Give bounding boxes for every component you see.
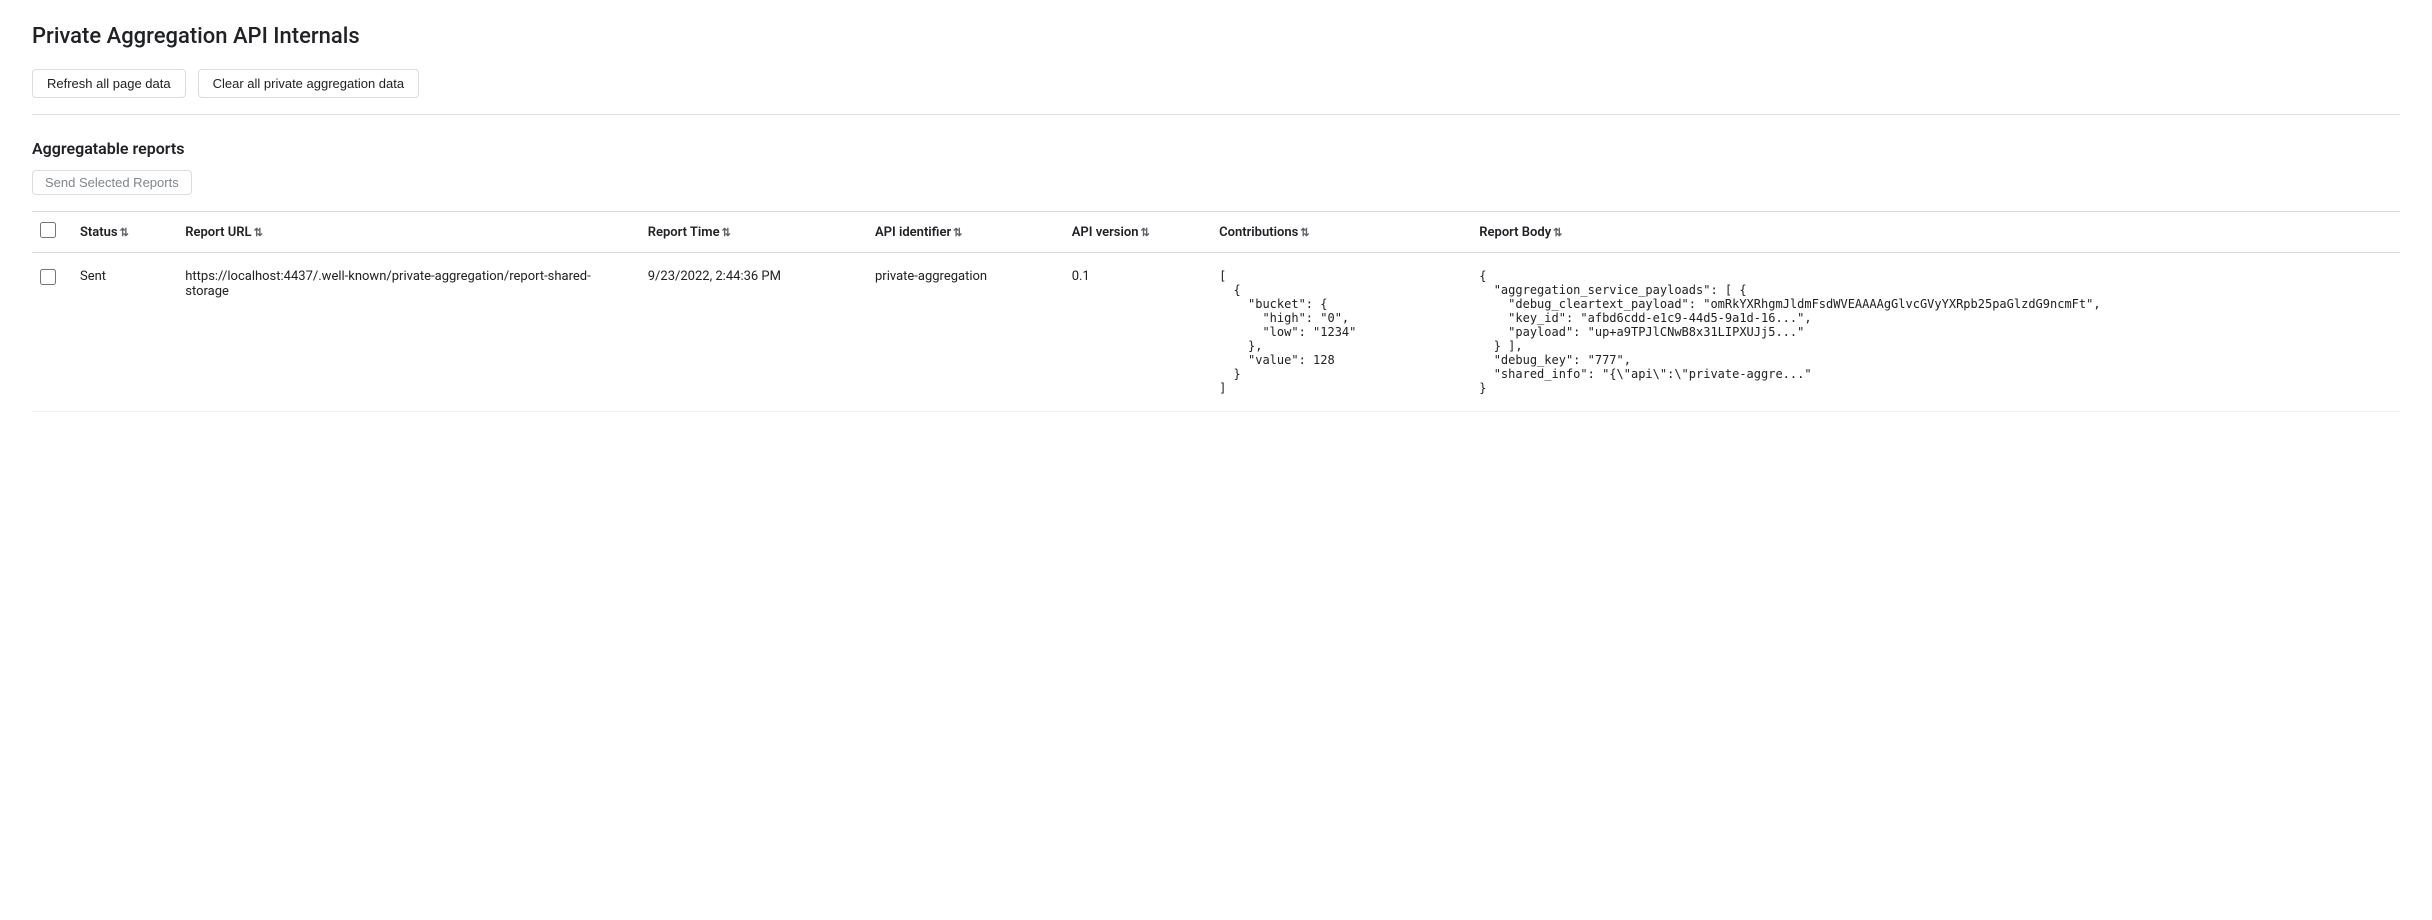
report-time-sort-icon[interactable]: ⇅ (722, 226, 731, 239)
table-header-row: Status⇅ Report URL⇅ Report Time⇅ API ide… (32, 212, 2400, 253)
header-contributions: Contributions⇅ (1207, 212, 1467, 253)
api-identifier-sort-icon[interactable]: ⇅ (953, 226, 962, 239)
header-api-identifier-label: API identifier (875, 225, 951, 240)
table-row: Senthttps://localhost:4437/.well-known/p… (32, 253, 2400, 412)
report-body-sort-icon[interactable]: ⇅ (1553, 226, 1562, 239)
row-0-checkbox[interactable] (40, 269, 56, 285)
header-api-version-label: API version (1072, 225, 1139, 240)
reports-table: Status⇅ Report URL⇅ Report Time⇅ API ide… (32, 211, 2400, 412)
row-report-url: https://localhost:4437/.well-known/priva… (173, 253, 635, 412)
header-report-url-label: Report URL (185, 225, 251, 240)
row-contributions: [ { "bucket": { "high": "0", "low": "123… (1207, 253, 1467, 412)
status-sort-icon[interactable]: ⇅ (120, 226, 129, 239)
aggregatable-reports-section: Aggregatable reports Send Selected Repor… (32, 139, 2400, 412)
table-body: Senthttps://localhost:4437/.well-known/p… (32, 253, 2400, 412)
header-report-body: Report Body⇅ (1467, 212, 2400, 253)
api-version-sort-icon[interactable]: ⇅ (1140, 226, 1149, 239)
header-api-identifier: API identifier⇅ (863, 212, 1060, 253)
header-checkbox-cell (32, 212, 68, 253)
send-selected-reports-button[interactable]: Send Selected Reports (32, 170, 192, 195)
header-report-url: Report URL⇅ (173, 212, 635, 253)
section-divider (32, 114, 2400, 115)
row-report-body: { "aggregation_service_payloads": [ { "d… (1467, 253, 2400, 412)
header-api-version: API version⇅ (1060, 212, 1207, 253)
header-report-body-label: Report Body (1479, 225, 1551, 240)
top-toolbar: Refresh all page data Clear all private … (32, 69, 2400, 98)
report-url-sort-icon[interactable]: ⇅ (254, 226, 263, 239)
row-checkbox-cell (32, 253, 68, 412)
header-status-label: Status (80, 225, 118, 240)
page-title: Private Aggregation API Internals (32, 24, 2400, 49)
clear-button[interactable]: Clear all private aggregation data (198, 69, 420, 98)
row-api-version: 0.1 (1060, 253, 1207, 412)
header-contributions-label: Contributions (1219, 225, 1298, 240)
row-report-time: 9/23/2022, 2:44:36 PM (636, 253, 863, 412)
header-status: Status⇅ (68, 212, 173, 253)
header-report-time-label: Report Time (648, 225, 720, 240)
refresh-button[interactable]: Refresh all page data (32, 69, 186, 98)
row-api-identifier: private-aggregation (863, 253, 1060, 412)
row-status: Sent (68, 253, 173, 412)
header-report-time: Report Time⇅ (636, 212, 863, 253)
contributions-sort-icon[interactable]: ⇅ (1300, 226, 1309, 239)
section-heading: Aggregatable reports (32, 139, 2400, 158)
reports-table-wrapper: Status⇅ Report URL⇅ Report Time⇅ API ide… (32, 211, 2400, 412)
select-all-checkbox[interactable] (40, 222, 56, 238)
